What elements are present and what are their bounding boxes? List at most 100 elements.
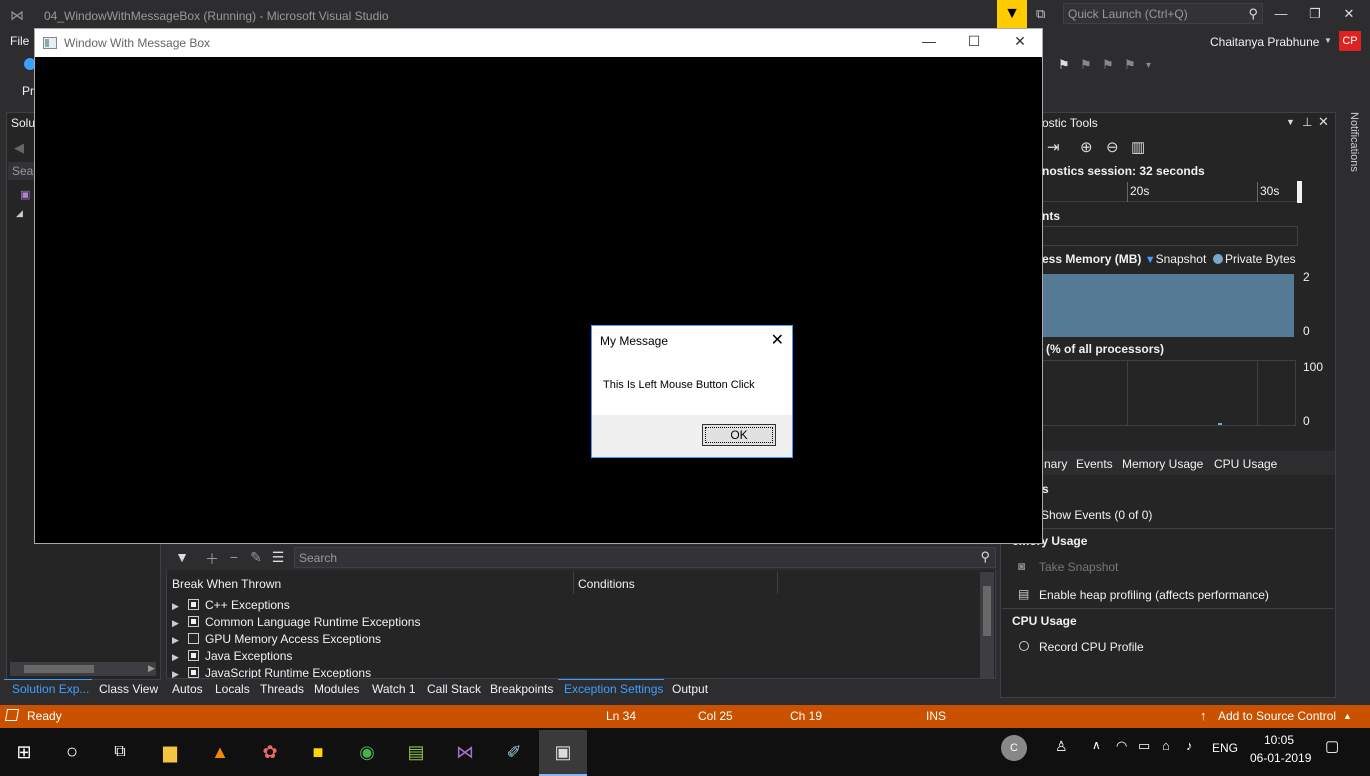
add-icon[interactable]: ＋	[203, 549, 221, 569]
panel-dropdown-icon[interactable]: ▼	[1286, 117, 1295, 127]
panel-close-icon[interactable]: ✕	[1318, 114, 1329, 130]
project-menu-label[interactable]: Pr	[22, 84, 34, 98]
app-titlebar[interactable]: Window With Message Box — ☐ ✕	[35, 29, 1042, 57]
heap-profiling-toggle[interactable]: Enable heap profiling (affects performan…	[1039, 588, 1269, 602]
solution-hscrollbar[interactable]	[10, 662, 156, 676]
column-conditions[interactable]: Conditions	[578, 577, 635, 591]
battery-icon[interactable]: ▭	[1138, 738, 1150, 754]
tab-call-stack[interactable]: Call Stack	[427, 682, 481, 696]
user-avatar-taskbar[interactable]: C	[1001, 735, 1027, 761]
expand-arrow-icon[interactable]: ▶	[172, 618, 184, 629]
filter-icon[interactable]: ▼	[173, 549, 191, 565]
clock-date[interactable]: 06-01-2019	[1250, 751, 1311, 765]
timeline-handle[interactable]	[1297, 181, 1302, 203]
bookmark-next-icon[interactable]: ⚑	[1102, 57, 1114, 73]
notepad-plus-icon[interactable]: ▤	[396, 733, 436, 771]
network-icon[interactable]: ⌂	[1162, 738, 1170, 753]
quick-launch-input[interactable]: Quick Launch (Ctrl+Q) ⚲	[1063, 3, 1263, 24]
feedback-filter-icon[interactable]: ▼	[997, 0, 1027, 28]
tab-exception-settings[interactable]: Exception Settings	[564, 682, 663, 696]
expand-arrow-icon[interactable]: ▶	[172, 635, 184, 646]
tab-output[interactable]: Output	[672, 682, 708, 696]
reset-view-icon[interactable]: ▥	[1131, 138, 1145, 156]
exception-checkbox[interactable]	[188, 667, 199, 678]
zoom-out-icon[interactable]: ⊖	[1106, 138, 1119, 156]
message-box-close-icon[interactable]: ✕	[771, 330, 784, 350]
tab-autos[interactable]: Autos	[172, 682, 203, 696]
vs-restore-icon[interactable]: ❐	[1305, 6, 1325, 22]
expand-arrow-icon[interactable]: ▶	[172, 601, 184, 612]
expand-arrow-icon[interactable]: ▶	[172, 652, 184, 663]
file-explorer-icon[interactable]: ▆	[150, 733, 190, 771]
volume-icon[interactable]: ♪	[1186, 738, 1193, 753]
exception-checkbox[interactable]	[188, 633, 199, 644]
expand-arrow-icon[interactable]: ▶	[172, 669, 184, 678]
zoom-in-icon[interactable]: ⊕	[1080, 138, 1093, 156]
vs-minimize-icon[interactable]: —	[1271, 6, 1291, 21]
take-snapshot-button[interactable]: Take Snapshot	[1039, 560, 1118, 574]
menu-file[interactable]: File	[10, 34, 29, 48]
windows-start-icon[interactable]: ⊞	[4, 733, 44, 771]
tab-class-view[interactable]: Class View	[99, 682, 158, 696]
wifi-icon[interactable]: ◠	[1116, 738, 1127, 754]
bookmark-clear-icon[interactable]: ⚑	[1124, 57, 1136, 73]
panel-pin-icon[interactable]: ⊥	[1302, 115, 1312, 129]
exception-row[interactable]: ▶ Common Language Runtime Exceptions	[172, 615, 420, 632]
app-maximize-icon[interactable]: ☐	[962, 33, 986, 50]
tab-threads[interactable]: Threads	[260, 682, 304, 696]
scroll-thumb[interactable]	[983, 586, 991, 636]
tab-watch1[interactable]: Watch 1	[372, 682, 416, 696]
people-icon[interactable]: ♙	[1055, 738, 1068, 755]
tab-memory-usage[interactable]: Memory Usage	[1122, 457, 1203, 471]
window-app-taskbar-icon[interactable]: ▣	[543, 733, 583, 771]
tray-chevron-up-icon[interactable]: ∧	[1092, 738, 1101, 752]
bookmark-prev-icon[interactable]: ⚑	[1080, 57, 1092, 73]
app-close-icon[interactable]: ✕	[1008, 33, 1032, 50]
export-icon[interactable]: ⇥	[1047, 138, 1060, 156]
scroll-right-icon[interactable]: ▶	[148, 663, 155, 674]
tab-locals[interactable]: Locals	[215, 682, 250, 696]
scroll-thumb[interactable]	[24, 665, 94, 673]
back-arrow-icon[interactable]: ◀	[14, 140, 24, 156]
exception-checkbox[interactable]	[188, 650, 199, 661]
exception-row[interactable]: ▶ GPU Memory Access Exceptions	[172, 632, 381, 649]
exception-checkbox[interactable]	[188, 616, 199, 627]
record-cpu-profile-button[interactable]: Record CPU Profile	[1039, 640, 1144, 654]
tab-summary[interactable]: nary	[1044, 457, 1067, 471]
chrome-icon[interactable]: ◉	[347, 733, 387, 771]
bookmark-icon[interactable]: ⚑	[1058, 57, 1070, 73]
exception-checkbox[interactable]	[188, 599, 199, 610]
solution-search-input[interactable]: Sear	[8, 162, 37, 180]
toolbar-overflow-icon[interactable]: ▾	[1146, 60, 1151, 71]
tab-cpu-usage[interactable]: CPU Usage	[1214, 457, 1277, 471]
add-to-source-control-button[interactable]: Add to Source Control	[1218, 709, 1336, 723]
exception-vscrollbar[interactable]	[980, 572, 994, 678]
exception-search-input[interactable]: Search ⚲	[294, 547, 996, 568]
notifications-tab[interactable]: Notifications	[1340, 112, 1360, 182]
paint-palette-icon[interactable]: ✐	[494, 733, 534, 771]
action-center-icon[interactable]: ▢	[1325, 737, 1339, 755]
user-avatar[interactable]: CP	[1339, 31, 1361, 51]
language-indicator[interactable]: ENG	[1212, 741, 1238, 755]
remove-icon[interactable]: −	[225, 549, 243, 565]
vs-close-icon[interactable]: ✕	[1339, 6, 1359, 22]
chevron-up-icon[interactable]: ▲	[1343, 711, 1352, 721]
list-icon[interactable]: ☰	[269, 549, 287, 566]
visual-studio-taskbar-icon[interactable]: ⋈	[445, 733, 485, 771]
paint-icon[interactable]: ✿	[250, 733, 290, 771]
edit-icon[interactable]: ✎	[247, 549, 265, 566]
column-break-when-thrown[interactable]: Break When Thrown	[172, 577, 281, 591]
memory-graph[interactable]	[1042, 274, 1294, 337]
user-chevron-down-icon[interactable]: ▼	[1324, 36, 1332, 45]
tab-solution-explorer[interactable]: Solution Exp...	[12, 682, 89, 696]
show-events-link[interactable]: Show Events (0 of 0)	[1041, 508, 1152, 522]
exception-row[interactable]: ▶ JavaScript Runtime Exceptions	[172, 666, 371, 678]
clock-time[interactable]: 10:05	[1264, 733, 1294, 747]
vlc-icon[interactable]: ▲	[200, 733, 240, 771]
app-minimize-icon[interactable]: —	[917, 33, 941, 49]
tab-events[interactable]: Events	[1076, 457, 1113, 471]
ok-button[interactable]: OK	[702, 424, 776, 446]
pin-icon[interactable]: ⧉	[1036, 6, 1045, 22]
exception-row[interactable]: ▶ Java Exceptions	[172, 649, 292, 666]
expand-arrow-icon[interactable]: ◢	[16, 208, 23, 219]
